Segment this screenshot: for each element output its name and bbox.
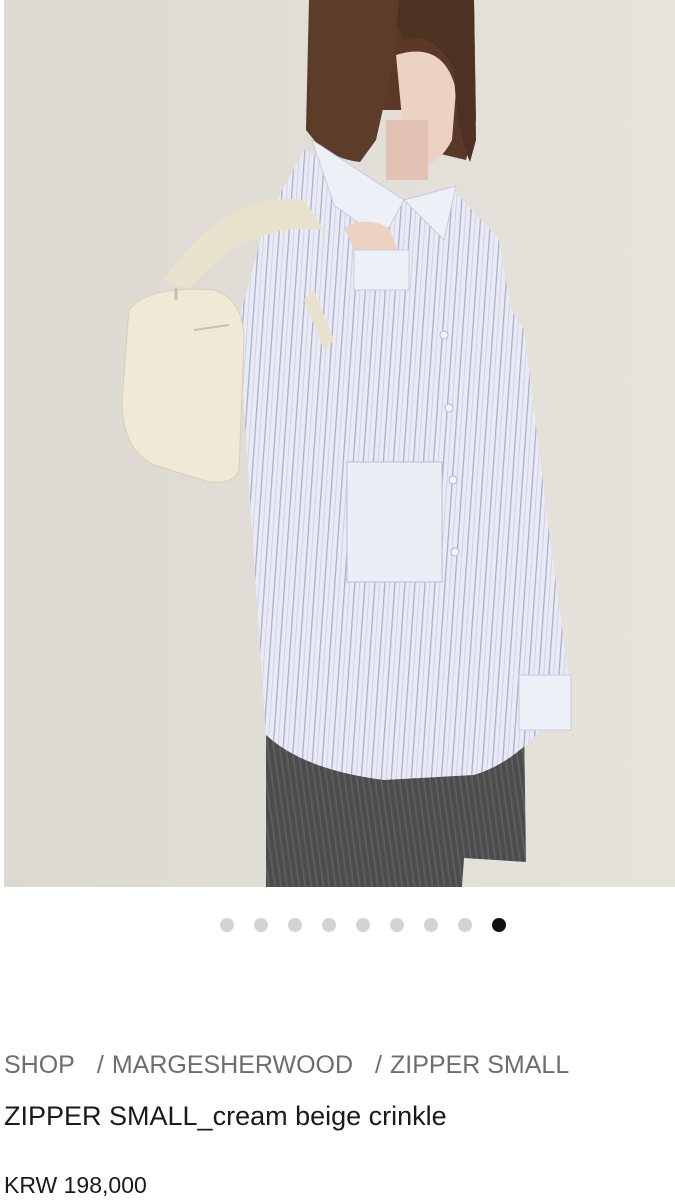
carousel-dot-7[interactable] [423, 918, 438, 932]
carousel-indicators [0, 918, 675, 932]
product-photo-illustration [4, 0, 675, 887]
carousel-dot-4[interactable] [321, 918, 336, 932]
carousel-dot-1[interactable] [219, 918, 234, 932]
product-title: ZIPPER SMALL_cream beige crinkle [4, 1101, 447, 1131]
breadcrumb-separator: / [375, 1051, 382, 1079]
carousel-dot-8[interactable] [457, 918, 472, 932]
carousel-dot-5[interactable] [355, 918, 370, 932]
carousel-dot-2[interactable] [253, 918, 268, 932]
breadcrumb-shop-link[interactable]: SHOP [4, 1051, 75, 1079]
carousel-dot-6[interactable] [389, 918, 404, 932]
breadcrumb-brand-link[interactable]: MARGESHERWOOD [112, 1051, 353, 1079]
product-price: KRW 198,000 [4, 1172, 147, 1198]
breadcrumb-category-link[interactable]: ZIPPER SMALL [390, 1051, 569, 1079]
carousel-dot-9-active[interactable] [491, 918, 506, 932]
carousel-dot-3[interactable] [287, 918, 302, 932]
breadcrumb-separator: / [96, 1051, 104, 1079]
product-image[interactable] [4, 0, 675, 887]
breadcrumb: SHOP / MARGESHERWOOD / ZIPPER SMALL [4, 1051, 569, 1080]
